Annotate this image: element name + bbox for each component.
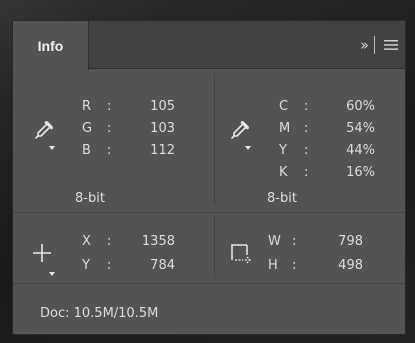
cmyk-m-value: 54% <box>346 121 375 136</box>
eyedropper-dropdown-arrow[interactable] <box>245 135 251 154</box>
position-y-colon: : <box>107 258 112 273</box>
position-x-colon: : <box>107 234 112 249</box>
cmyk-k-colon: : <box>304 165 309 180</box>
rgb-b-colon: : <box>107 143 112 158</box>
position-x-value: 1358 <box>141 234 175 249</box>
size-w-value: 798 <box>338 234 363 249</box>
cmyk-c-value: 60% <box>346 99 375 114</box>
position-y-value: 784 <box>150 258 175 273</box>
double-chevron-right-icon[interactable]: ›› <box>360 36 369 54</box>
cmyk-c-label: C <box>279 99 289 114</box>
tab-info[interactable]: Info <box>13 21 89 70</box>
rgb-g-label: G <box>82 121 93 136</box>
cmyk-c-colon: : <box>304 99 309 114</box>
rgb-g-value: 103 <box>150 121 175 136</box>
hamburger-menu-icon[interactable] <box>383 38 399 52</box>
cmyk-y-value: 44% <box>346 143 375 158</box>
info-panel: Info ›› R : 105 G : 103 B: 112 8-bit C … <box>12 20 406 335</box>
panel-tab-bar: Info ›› <box>13 21 405 70</box>
rgb-r-value: 105 <box>150 99 175 114</box>
rgb-bit-depth[interactable]: 8-bit <box>75 191 105 207</box>
crosshair-dropdown-arrow[interactable] <box>49 261 55 280</box>
rgb-r-label: R <box>82 99 92 114</box>
cmyk-y-colon: : <box>304 143 309 158</box>
eyedropper-dropdown-arrow[interactable] <box>49 135 55 154</box>
size-h-colon: : <box>292 258 297 273</box>
rgb-b-value: 112 <box>150 143 175 158</box>
size-h-value: 498 <box>338 258 363 273</box>
position-y-label: Y <box>82 258 90 273</box>
cmyk-k-label: K <box>279 165 288 180</box>
rgb-r-colon: : <box>107 99 112 114</box>
cmyk-bit-depth[interactable]: 8-bit <box>267 191 297 207</box>
cmyk-m-colon: : <box>304 121 309 136</box>
rgb-g-colon: : <box>107 121 112 136</box>
panel-actions: ›› <box>360 35 399 55</box>
divider-vertical-bottom <box>214 216 215 278</box>
tab-info-label: Info <box>37 37 64 54</box>
cmyk-k-value: 16% <box>346 165 375 180</box>
cmyk-y-label: Y <box>279 143 287 158</box>
cmyk-m-label: M <box>279 121 291 136</box>
divider-horizontal-mid <box>13 212 405 213</box>
divider <box>374 36 375 54</box>
divider-vertical-top <box>214 73 215 205</box>
size-w-colon: : <box>292 234 297 249</box>
rgb-b-label: B <box>82 143 91 158</box>
selection-size-icon <box>229 241 253 265</box>
doc-size-info: Doc: 10.5M/10.5M <box>40 306 159 321</box>
divider-horizontal-bottom <box>13 283 405 284</box>
position-x-label: X <box>82 234 91 249</box>
